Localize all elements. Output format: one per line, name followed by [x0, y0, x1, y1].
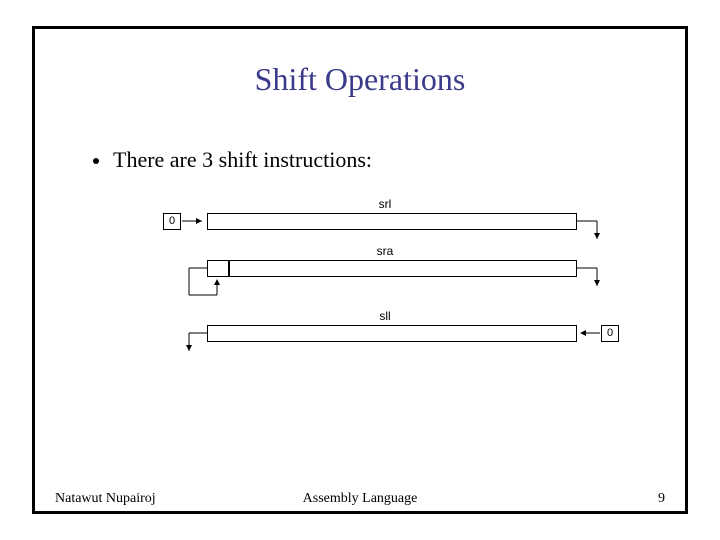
bullet-dot-icon	[93, 158, 99, 164]
slide: Shift Operations There are 3 shift instr…	[0, 0, 720, 540]
bullet-text: There are 3 shift instructions:	[113, 147, 372, 173]
sll-output-arrow-icon	[186, 333, 207, 351]
slide-frame: Shift Operations There are 3 shift instr…	[32, 26, 688, 514]
shift-diagram: srl 0 sra sll 0	[145, 197, 625, 397]
footer-page-number: 9	[658, 491, 665, 507]
sll-input-arrow-icon	[580, 330, 600, 336]
footer-course: Assembly Language	[35, 491, 685, 507]
bullet-item-1: There are 3 shift instructions:	[93, 147, 372, 173]
sra-output-arrow-icon	[577, 268, 600, 286]
bullet-list: There are 3 shift instructions:	[93, 147, 372, 173]
slide-title: Shift Operations	[35, 61, 685, 98]
sra-sign-loop-arrow-icon	[189, 268, 220, 295]
arrow-overlay	[145, 197, 625, 397]
srl-input-arrow-icon	[182, 218, 202, 224]
srl-output-arrow-icon	[577, 221, 600, 239]
